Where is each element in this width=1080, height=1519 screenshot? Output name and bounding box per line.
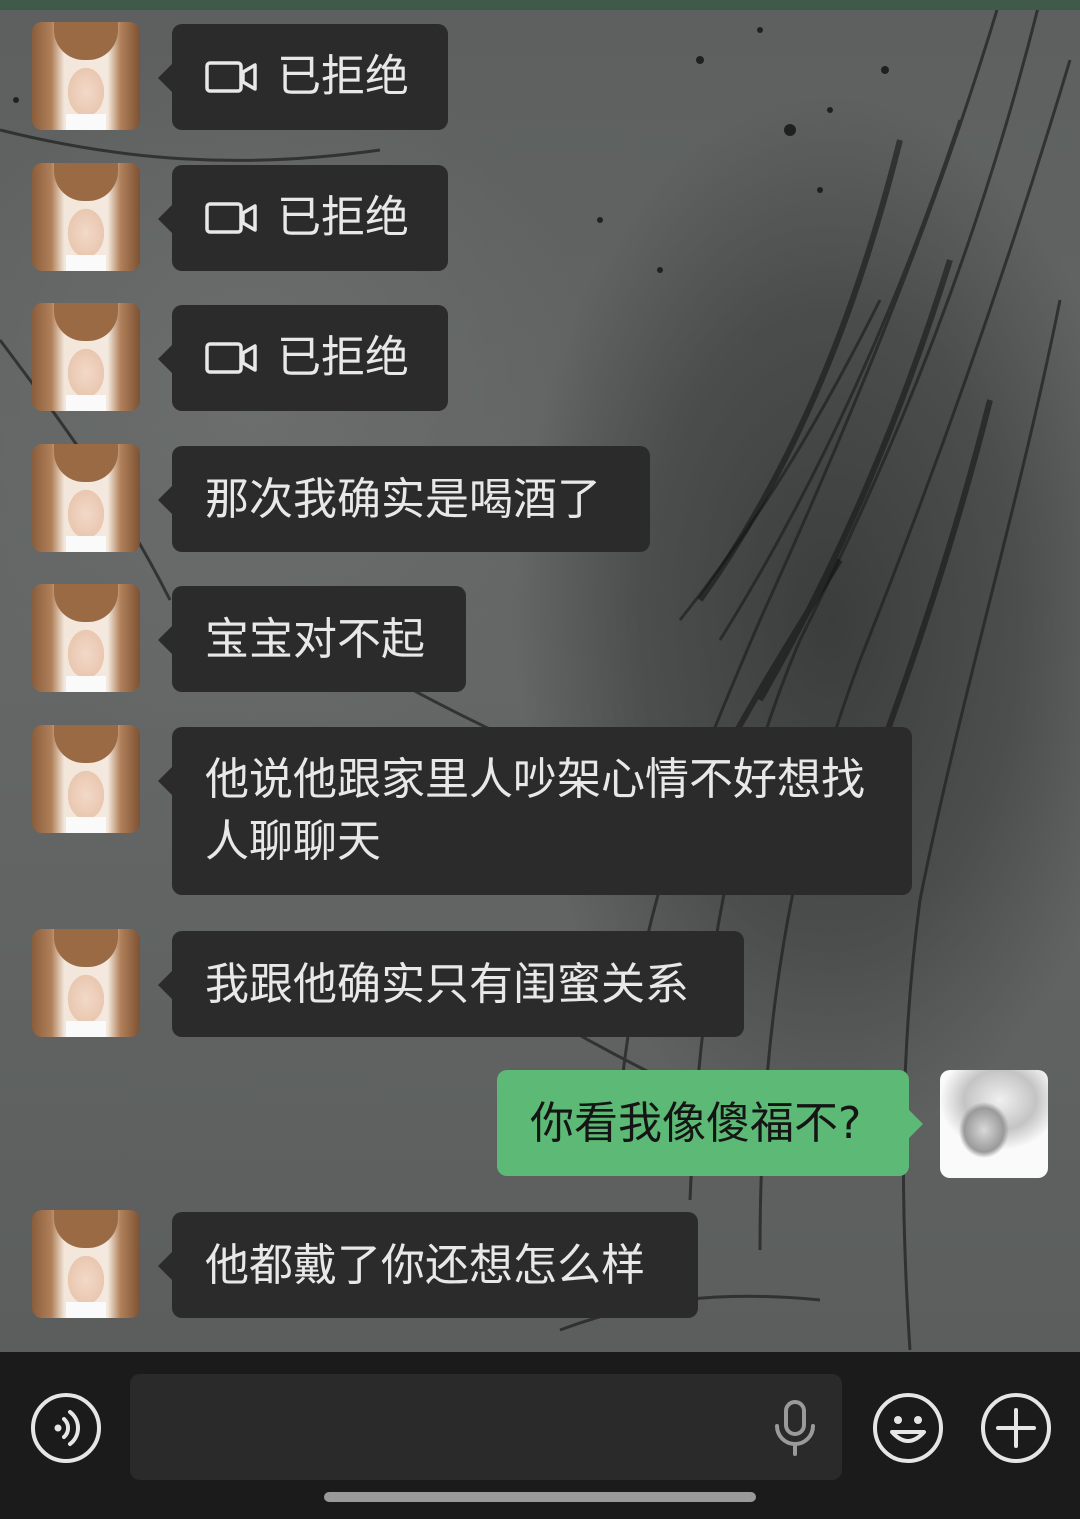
contact-avatar[interactable]: [32, 1210, 140, 1318]
call-status-text: 已拒绝: [277, 332, 409, 383]
contact-avatar[interactable]: [32, 22, 140, 130]
message-text: 宝宝对不起: [205, 614, 425, 665]
call-status-text: 已拒绝: [277, 192, 409, 243]
contact-avatar[interactable]: [32, 444, 140, 552]
call-status-text: 已拒绝: [277, 51, 409, 102]
voice-mode-icon: [31, 1393, 101, 1463]
contact-avatar[interactable]: [32, 929, 140, 1037]
emoji-button[interactable]: [872, 1392, 944, 1464]
microphone-button[interactable]: [768, 1398, 822, 1458]
message-bubble[interactable]: 那次我确实是喝酒了: [158, 446, 650, 552]
video-camera-icon: [205, 342, 257, 374]
message-input[interactable]: [130, 1374, 842, 1480]
message-bubble[interactable]: 他都戴了你还想怎么样: [158, 1212, 698, 1318]
contact-avatar[interactable]: [32, 303, 140, 411]
status-bar-edge: [0, 0, 1080, 10]
contact-avatar[interactable]: [32, 163, 140, 271]
message-bubble[interactable]: 宝宝对不起: [158, 586, 466, 692]
contact-avatar[interactable]: [32, 725, 140, 833]
video-call-bubble[interactable]: 已拒绝: [158, 305, 448, 411]
chat-input-bar: [0, 1352, 1080, 1519]
more-button[interactable]: [980, 1392, 1052, 1464]
message-bubble[interactable]: 他说他跟家里人吵架心情不好想找 人聊聊天: [158, 727, 912, 895]
contact-avatar[interactable]: [32, 584, 140, 692]
message-bubble-outgoing[interactable]: 你看我像傻福不?: [497, 1070, 923, 1176]
message-bubble[interactable]: 我跟他确实只有闺蜜关系: [158, 931, 744, 1037]
video-call-bubble[interactable]: 已拒绝: [158, 165, 448, 271]
emoji-icon: [873, 1393, 943, 1463]
video-camera-icon: [205, 202, 257, 234]
message-text: 我跟他确实只有闺蜜关系: [205, 959, 689, 1010]
message-text: 你看我像傻福不?: [530, 1098, 862, 1149]
message-text: 他都戴了你还想怎么样: [205, 1240, 645, 1291]
message-text-line: 他说他跟家里人吵架心情不好想找: [205, 754, 865, 805]
voice-mode-button[interactable]: [30, 1392, 102, 1464]
microphone-icon: [775, 1400, 815, 1456]
message-text-line: 人聊聊天: [205, 816, 381, 867]
my-avatar[interactable]: [940, 1070, 1048, 1178]
video-call-bubble[interactable]: 已拒绝: [158, 24, 448, 130]
plus-icon: [981, 1393, 1051, 1463]
message-text: 那次我确实是喝酒了: [205, 474, 601, 525]
home-indicator: [324, 1492, 756, 1502]
video-camera-icon: [205, 61, 257, 93]
